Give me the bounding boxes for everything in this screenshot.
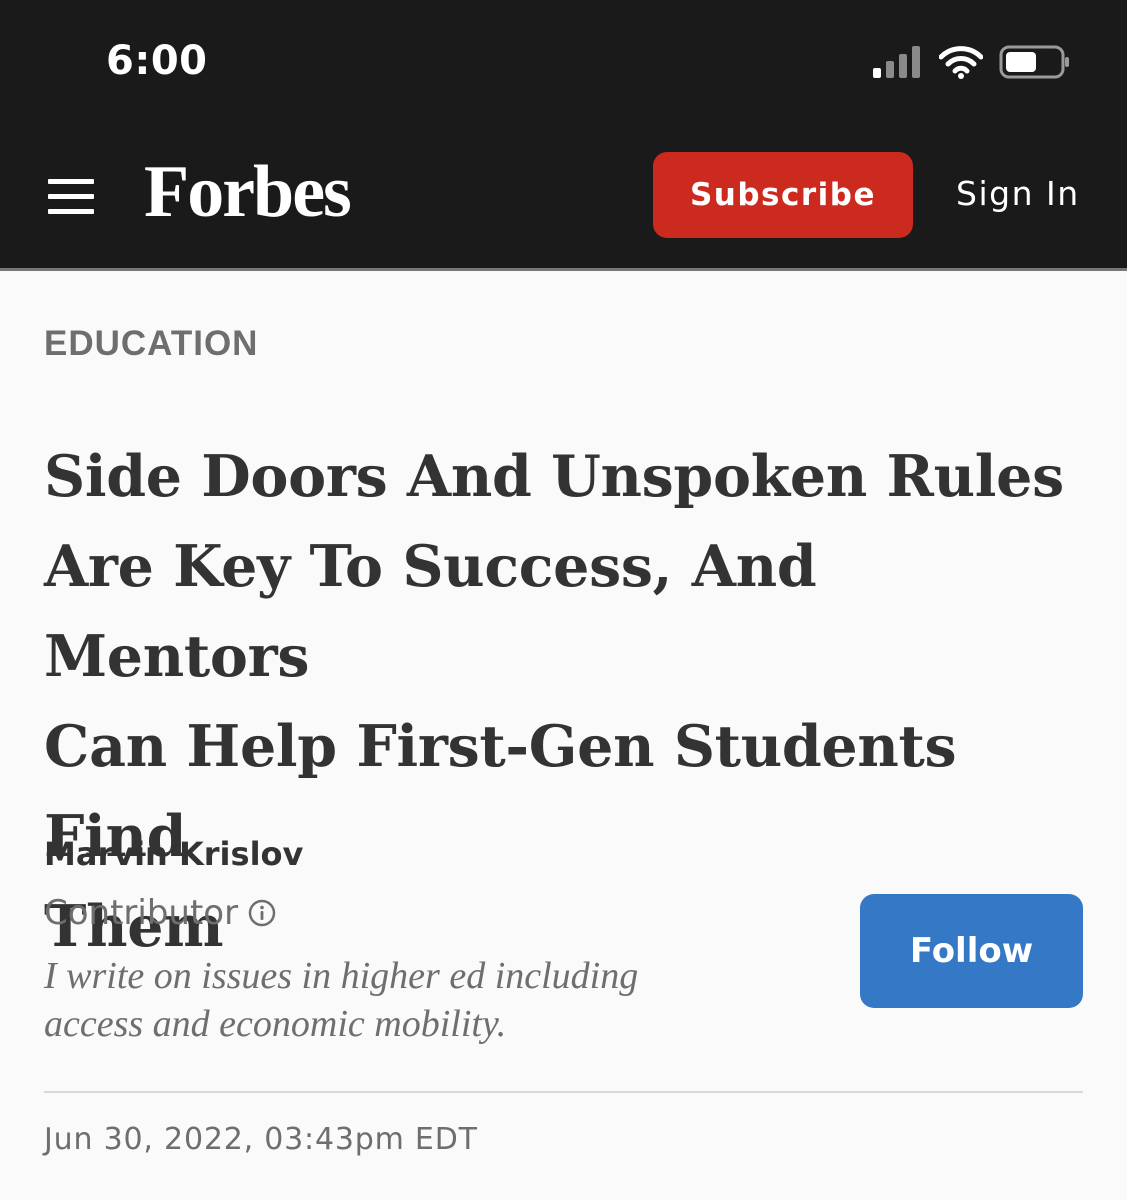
headline-line: Are Key To Success, And Mentors bbox=[44, 533, 817, 690]
section-label[interactable]: EDUCATION bbox=[44, 324, 258, 364]
info-icon[interactable] bbox=[248, 899, 276, 927]
author-role: Contributor bbox=[44, 893, 276, 933]
publish-date: Jun 30, 2022, 03:43pm EDT bbox=[44, 1122, 478, 1157]
author-bio-line: I write on issues in higher ed including bbox=[44, 955, 639, 997]
author-bio-line: access and economic mobility. bbox=[44, 1003, 507, 1045]
cellular-signal-icon bbox=[873, 46, 920, 78]
wifi-icon bbox=[939, 46, 983, 79]
subscribe-button[interactable]: Subscribe bbox=[653, 152, 913, 238]
article-headline: Side Doors And Unspoken Rules Are Key To… bbox=[44, 432, 1084, 972]
forbes-logo[interactable]: Forbes bbox=[144, 150, 352, 235]
author-role-label: Contributor bbox=[44, 893, 239, 933]
site-header: Forbes Subscribe Sign In bbox=[0, 130, 1127, 271]
sign-in-link[interactable]: Sign In bbox=[956, 174, 1080, 213]
battery-icon bbox=[999, 45, 1069, 79]
status-icons bbox=[873, 40, 1071, 84]
divider bbox=[44, 1091, 1083, 1093]
headline-line: Side Doors And Unspoken Rules bbox=[44, 443, 1064, 510]
status-time: 6:00 bbox=[106, 38, 208, 84]
author-name[interactable]: Marvin Krislov bbox=[44, 835, 303, 873]
status-bar: 6:00 bbox=[0, 0, 1127, 130]
follow-button[interactable]: Follow bbox=[860, 894, 1083, 1008]
hamburger-menu-icon[interactable] bbox=[48, 179, 94, 215]
author-bio: I write on issues in higher ed including… bbox=[44, 952, 764, 1048]
